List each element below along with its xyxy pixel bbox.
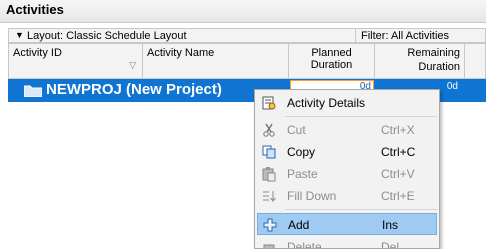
divider	[355, 29, 356, 42]
menu-item-shortcut: Del	[381, 240, 400, 249]
menu-item-shortcut: Ctrl+E	[381, 189, 415, 203]
column-header-label: Activity Name	[147, 47, 215, 59]
menu-item-label: Delete	[287, 240, 322, 249]
menu-item-label: Fill Down	[287, 189, 337, 203]
sort-indicator-icon: ▽	[129, 60, 136, 70]
column-header-label-line1: Remaining	[407, 47, 460, 59]
paste-icon	[262, 167, 276, 182]
context-menu: Activity Details Cut Ctrl+X Copy Ctrl+C …	[254, 89, 440, 249]
column-header-label: Activity ID	[13, 47, 62, 59]
menu-item-label: Paste	[287, 167, 318, 181]
menu-item-copy[interactable]: Copy Ctrl+C	[257, 141, 437, 163]
column-header-activity-id[interactable]: Activity ID ▽	[9, 44, 143, 78]
menu-separator	[285, 116, 437, 117]
plus-icon	[263, 218, 277, 232]
column-header-label: Planned Duration	[310, 47, 353, 71]
menu-item-shortcut: Ctrl+V	[381, 167, 415, 181]
column-header-activity-name[interactable]: Activity Name	[143, 44, 289, 78]
fill-down-icon	[263, 191, 276, 202]
menu-item-label: Copy	[287, 145, 316, 159]
panel-title-bar: Activities	[0, 0, 486, 23]
layout-label[interactable]: Layout: Classic Schedule Layout	[27, 30, 187, 42]
chevron-down-icon[interactable]: ▼	[15, 30, 24, 40]
menu-item-label: Add	[288, 218, 310, 232]
menu-item-paste[interactable]: Paste Ctrl+V	[257, 163, 437, 185]
menu-item-fill-down[interactable]: Fill Down Ctrl+E	[257, 185, 437, 207]
layout-filter-bar[interactable]: ▼ Layout: Classic Schedule Layout Filter…	[8, 28, 486, 43]
menu-item-activity-details[interactable]: Activity Details	[257, 92, 437, 114]
copy-icon	[262, 145, 276, 159]
column-header-planned-duration[interactable]: Planned Duration	[289, 44, 375, 78]
menu-item-label: Activity Details	[287, 96, 366, 110]
column-header-row: Activity ID ▽ Activity Name Planned Dura…	[8, 43, 486, 79]
menu-item-label: Cut	[287, 123, 306, 137]
menu-item-cut[interactable]: Cut Ctrl+X	[257, 119, 437, 141]
panel-title: Activities	[6, 2, 64, 17]
menu-item-delete[interactable]: Delete Del	[257, 236, 437, 249]
menu-item-add[interactable]: Add Ins	[257, 213, 437, 235]
filter-label[interactable]: Filter: All Activities	[361, 30, 449, 42]
project-name: NEWPROJ (New Project)	[46, 81, 222, 98]
activity-details-icon	[262, 96, 276, 110]
column-header-label-line2: Duration	[418, 61, 460, 73]
menu-item-shortcut: Ins	[382, 218, 399, 232]
menu-item-shortcut: Ctrl+X	[381, 123, 415, 137]
scissors-icon	[263, 123, 275, 137]
menu-item-shortcut: Ctrl+C	[381, 145, 416, 159]
delete-icon	[263, 244, 275, 248]
menu-separator	[285, 209, 437, 210]
folder-icon	[24, 85, 42, 97]
column-header-remaining-duration[interactable]: Remaining Duration	[375, 44, 465, 78]
